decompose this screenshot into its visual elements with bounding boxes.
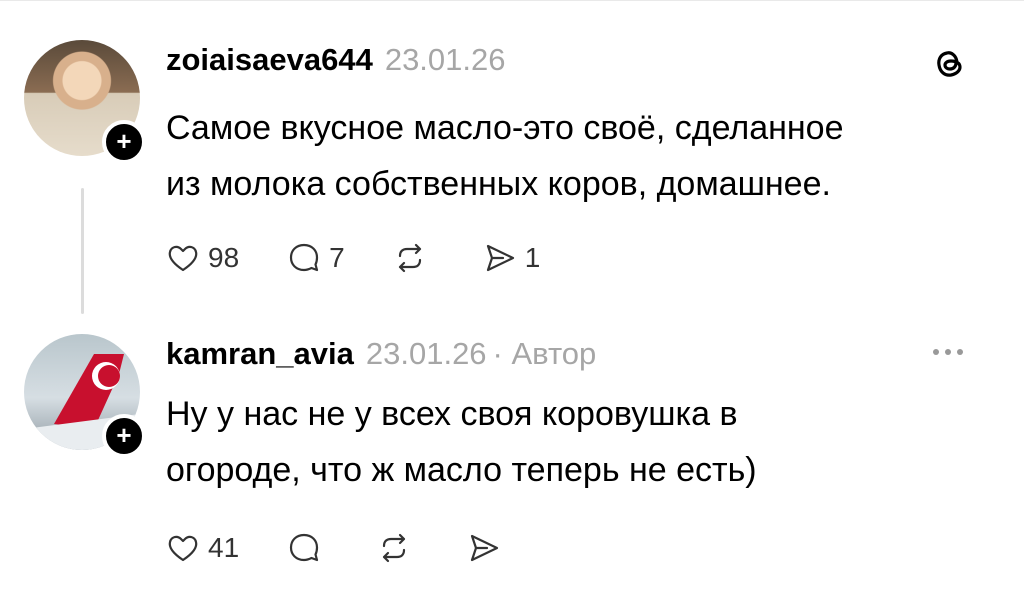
share-button[interactable] [467,531,509,565]
heart-icon [168,535,198,562]
send-icon [471,534,499,562]
like-button[interactable]: 98 [166,241,239,275]
post-text: Ну у нас не у всех своя коровушка в огор… [166,395,757,489]
like-button[interactable]: 41 [166,531,239,565]
like-count: 98 [208,242,240,273]
share-count: 1 [524,242,541,273]
post-actions: 41 [166,526,557,570]
avatar[interactable]: + [24,334,146,458]
more-dots-icon[interactable] [928,342,968,362]
thread-post: + kamran_avia 23.01.26 · Автор Ну у нас … [0,334,1024,595]
threads-logo-icon[interactable] [932,46,968,82]
comment-bubble-icon [290,243,319,272]
post-date: 23.01.26 [384,42,506,77]
share-button[interactable]: 1 [483,241,541,275]
username[interactable]: kamran_avia [166,336,354,372]
like-count: 41 [208,532,240,563]
username[interactable]: zoiaisaeva644 [166,42,373,78]
thread-post: + zoiaisaeva644 23.01.26 Самое вкусное м… [0,40,1024,320]
repost-icon [383,533,406,563]
thread-connector-line [81,188,84,314]
repost-icon [398,243,421,273]
repost-button[interactable] [393,241,435,275]
reply-button[interactable]: 7 [287,241,345,275]
post-date: 23.01.26 [365,336,487,371]
avatar[interactable]: + [24,40,146,164]
heart-icon [168,245,198,272]
reply-button[interactable] [287,531,329,565]
follow-plus-button[interactable]: + [102,120,146,164]
reply-count: 7 [329,242,345,273]
post-actions: 98 7 1 [166,236,588,280]
author-tag: · Автор [492,336,597,371]
send-icon [486,244,514,272]
post-text: Самое вкусное масло-это своё, сделанное … [166,109,844,203]
comment-bubble-icon [290,533,319,562]
repost-button[interactable] [377,531,419,565]
top-divider [0,0,1024,1]
post-header: zoiaisaeva644 23.01.26 [166,42,506,86]
post-header: kamran_avia 23.01.26 · Автор [166,336,596,380]
follow-plus-button[interactable]: + [102,414,146,458]
